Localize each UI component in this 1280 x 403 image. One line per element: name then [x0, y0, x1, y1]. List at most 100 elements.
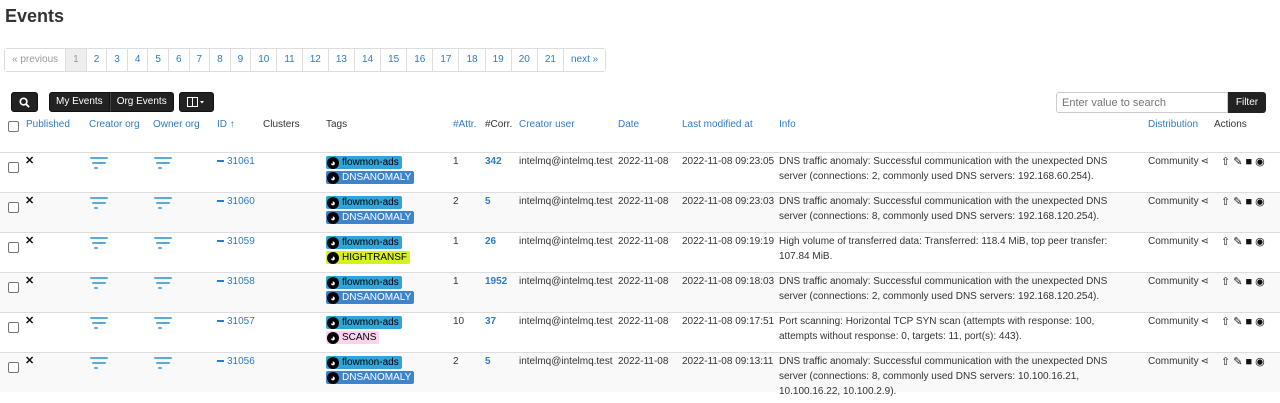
row-checkbox[interactable] — [8, 362, 19, 373]
pagination-page-18[interactable]: 18 — [458, 49, 485, 71]
correlation-count-link[interactable]: 37 — [485, 316, 496, 328]
my-events-button[interactable]: My Events — [49, 92, 110, 112]
tag-flowmon-ads[interactable]: ◕ flowmon-ads — [326, 316, 402, 329]
view-icon[interactable]: ◉ — [1255, 276, 1265, 288]
delete-icon[interactable]: ■ — [1245, 156, 1252, 168]
row-checkbox[interactable] — [8, 242, 19, 253]
pagination-page-20[interactable]: 20 — [510, 49, 537, 71]
publish-icon[interactable]: ⇧ — [1221, 276, 1230, 288]
event-id-link[interactable]: 31059 — [217, 236, 255, 248]
event-id-link[interactable]: 31060 — [217, 196, 255, 208]
tag-flowmon-ads[interactable]: ◕ flowmon-ads — [326, 236, 402, 249]
row-checkbox[interactable] — [8, 202, 19, 213]
delete-icon[interactable]: ■ — [1245, 196, 1252, 208]
publish-icon[interactable]: ⇧ — [1221, 236, 1230, 248]
edit-icon[interactable]: ✎ — [1233, 236, 1242, 248]
org-logo-icon[interactable] — [154, 157, 174, 171]
edit-icon[interactable]: ✎ — [1233, 196, 1242, 208]
delete-icon[interactable]: ■ — [1245, 276, 1252, 288]
row-checkbox[interactable] — [8, 322, 19, 333]
event-id-link[interactable]: 31058 — [217, 276, 255, 288]
pagination-page-19[interactable]: 19 — [484, 49, 511, 71]
view-icon[interactable]: ◉ — [1255, 196, 1265, 208]
view-icon[interactable]: ◉ — [1255, 356, 1265, 368]
pagination-page-13[interactable]: 13 — [327, 49, 354, 71]
org-logo-icon[interactable] — [90, 357, 110, 371]
org-logo-icon[interactable] — [154, 277, 174, 291]
distribution[interactable]: Community ⋖ — [1148, 156, 1209, 168]
tag-flowmon-ads[interactable]: ◕ flowmon-ads — [326, 276, 402, 289]
correlation-count-link[interactable]: 5 — [485, 356, 491, 368]
row-checkbox[interactable] — [8, 162, 19, 173]
tag-dnsanomaly[interactable]: ◕ DNSANOMALY — [326, 291, 415, 304]
org-logo-icon[interactable] — [90, 317, 110, 331]
tag-scans[interactable]: ◕ SCANS — [326, 331, 380, 344]
pagination-page-17[interactable]: 17 — [432, 49, 459, 71]
edit-icon[interactable]: ✎ — [1233, 276, 1242, 288]
pagination-previous[interactable]: « previous — [5, 49, 66, 71]
pagination-page-2[interactable]: 2 — [85, 49, 107, 71]
column-header-published[interactable]: Published — [26, 118, 70, 132]
publish-icon[interactable]: ⇧ — [1221, 356, 1230, 368]
pagination-next[interactable]: next » — [562, 49, 606, 71]
publish-icon[interactable]: ⇧ — [1221, 316, 1230, 328]
correlation-count-link[interactable]: 5 — [485, 196, 491, 208]
search-button[interactable] — [11, 92, 38, 112]
select-all-checkbox[interactable] — [8, 121, 19, 132]
org-logo-icon[interactable] — [154, 237, 174, 251]
org-logo-icon[interactable] — [154, 197, 174, 211]
delete-icon[interactable]: ■ — [1245, 356, 1252, 368]
distribution[interactable]: Community ⋖ — [1148, 356, 1209, 368]
column-header-creator-user[interactable]: Creator user — [519, 118, 575, 132]
pagination-page-15[interactable]: 15 — [380, 49, 407, 71]
tag-dnsanomaly[interactable]: ◕ DNSANOMALY — [326, 211, 415, 224]
column-header-date[interactable]: Date — [618, 118, 639, 132]
pagination-page-6[interactable]: 6 — [167, 49, 189, 71]
pagination-page-21[interactable]: 21 — [536, 49, 563, 71]
pagination-page-11[interactable]: 11 — [276, 49, 302, 71]
filter-button[interactable]: Filter — [1228, 92, 1266, 113]
distribution[interactable]: Community ⋖ — [1148, 196, 1209, 208]
pagination-page-5[interactable]: 5 — [147, 49, 168, 71]
pagination-page-9[interactable]: 9 — [229, 49, 251, 71]
edit-icon[interactable]: ✎ — [1233, 356, 1242, 368]
view-icon[interactable]: ◉ — [1255, 236, 1265, 248]
delete-icon[interactable]: ■ — [1245, 316, 1252, 328]
tag-flowmon-ads[interactable]: ◕ flowmon-ads — [326, 196, 402, 209]
column-header-owner-org[interactable]: Owner org — [153, 118, 200, 132]
org-logo-icon[interactable] — [90, 277, 110, 291]
column-header-id[interactable]: ID ↑ — [217, 118, 235, 132]
correlation-count-link[interactable]: 342 — [485, 156, 502, 168]
event-id-link[interactable]: 31061 — [217, 156, 255, 168]
row-checkbox[interactable] — [8, 282, 19, 293]
pagination-page-14[interactable]: 14 — [353, 49, 381, 71]
event-id-link[interactable]: 31057 — [217, 316, 255, 328]
column-header-creator-org[interactable]: Creator org — [89, 118, 140, 132]
pagination-page-4[interactable]: 4 — [126, 49, 148, 71]
column-header-info[interactable]: Info — [779, 118, 796, 132]
org-logo-icon[interactable] — [90, 197, 110, 211]
tag-flowmon-ads[interactable]: ◕ flowmon-ads — [326, 356, 402, 369]
org-logo-icon[interactable] — [90, 237, 110, 251]
tag-dnsanomaly[interactable]: ◕ DNSANOMALY — [326, 371, 415, 384]
distribution[interactable]: Community ⋖ — [1148, 316, 1209, 328]
search-input[interactable] — [1056, 92, 1228, 113]
distribution[interactable]: Community ⋖ — [1148, 236, 1209, 248]
correlation-count-link[interactable]: 1952 — [485, 276, 507, 288]
org-events-button[interactable]: Org Events — [109, 92, 174, 112]
tag-flowmon-ads[interactable]: ◕ flowmon-ads — [326, 156, 402, 169]
column-header-distribution[interactable]: Distribution — [1148, 118, 1198, 132]
publish-icon[interactable]: ⇧ — [1221, 156, 1230, 168]
pagination-page-8[interactable]: 8 — [209, 49, 230, 71]
distribution[interactable]: Community ⋖ — [1148, 276, 1209, 288]
org-logo-icon[interactable] — [154, 357, 174, 371]
publish-icon[interactable]: ⇧ — [1221, 196, 1230, 208]
column-header-last-modified[interactable]: Last modified at — [682, 118, 753, 132]
pagination-page-16[interactable]: 16 — [406, 49, 433, 71]
org-logo-icon[interactable] — [154, 317, 174, 331]
pagination-page-10[interactable]: 10 — [250, 49, 277, 71]
edit-icon[interactable]: ✎ — [1233, 156, 1242, 168]
org-logo-icon[interactable] — [90, 157, 110, 171]
pagination-page-12[interactable]: 12 — [301, 49, 328, 71]
edit-icon[interactable]: ✎ — [1233, 316, 1242, 328]
